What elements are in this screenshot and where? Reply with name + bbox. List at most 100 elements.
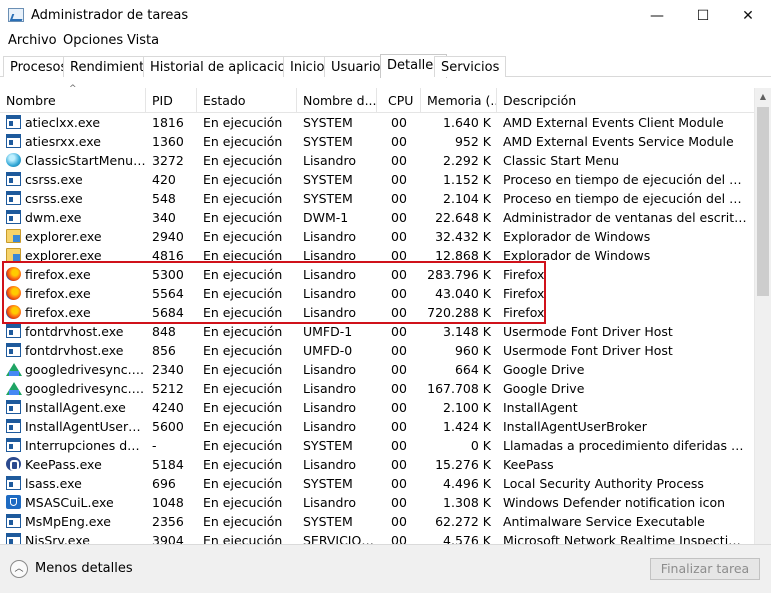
cell-name: MsMpEng.exe: [25, 514, 111, 529]
cell-user: Lisandro: [303, 153, 356, 168]
column-header-usuario[interactable]: Nombre d...: [297, 88, 377, 113]
cell-cpu: 00: [391, 514, 407, 529]
table-row[interactable]: explorer.exe 4816 En ejecución Lisandro 00 12…: [0, 246, 754, 265]
cell-cpu: 00: [391, 419, 407, 434]
cell-pid: 5564: [152, 286, 184, 301]
cell-estado: En ejecución: [203, 210, 283, 225]
cell-description: Llamadas a procedimiento diferidas y rut…: [503, 438, 747, 453]
cell-estado: En ejecución: [203, 533, 283, 544]
cell-pid: 2340: [152, 362, 184, 377]
cell-user: Lisandro: [303, 381, 356, 396]
cell-description: InstallAgentUserBroker: [503, 419, 647, 434]
cell-description: Proceso en tiempo de ejecución del clien…: [503, 191, 747, 206]
cell-name: MSASCuiL.exe: [25, 495, 114, 510]
cell-cpu: 00: [391, 343, 407, 358]
vertical-scrollbar[interactable]: ▲: [754, 88, 771, 544]
cell-pid: 4240: [152, 400, 184, 415]
menu-vista[interactable]: Vista: [127, 33, 159, 48]
table-row[interactable]: atiesrxx.exe 1360 En ejecución SYSTEM 00 952 …: [0, 132, 754, 151]
table-row[interactable]: lsass.exe 696 En ejecución SYSTEM 00 4.496 K L…: [0, 474, 754, 493]
scroll-thumb[interactable]: [757, 107, 769, 296]
menu-opciones[interactable]: Opciones: [63, 33, 123, 48]
cell-memory: 2.104 K: [443, 191, 491, 206]
table-row[interactable]: fontdrvhost.exe 856 En ejecución UMFD-0 00 96…: [0, 341, 754, 360]
cell-user: Lisandro: [303, 495, 356, 510]
column-header-memoria[interactable]: Memoria (...: [421, 88, 497, 113]
close-button[interactable]: ✕: [725, 0, 771, 31]
table-row[interactable]: csrss.exe 420 En ejecución SYSTEM 00 1.152 K P…: [0, 170, 754, 189]
minimize-button[interactable]: —: [634, 0, 680, 31]
cell-description: Google Drive: [503, 362, 585, 377]
table-row[interactable]: KeePass.exe 5184 En ejecución Lisandro 00 15.…: [0, 455, 754, 474]
less-details-link[interactable]: Menos detalles: [35, 561, 133, 576]
cell-pid: 3904: [152, 533, 184, 544]
chevron-up-icon[interactable]: ︿: [10, 560, 28, 578]
table-row[interactable]: explorer.exe 2940 En ejecución Lisandro 00 32…: [0, 227, 754, 246]
cell-estado: En ejecución: [203, 457, 283, 472]
tab-servicios[interactable]: Servicios: [434, 56, 507, 77]
cell-pid: 1048: [152, 495, 184, 510]
table-header: ^ Nombre PID Estado Nombre d... CPU Memo…: [0, 84, 754, 113]
table-row[interactable]: csrss.exe 548 En ejecución SYSTEM 00 2.104 K P…: [0, 189, 754, 208]
cell-pid: 5184: [152, 457, 184, 472]
cell-user: Lisandro: [303, 362, 356, 377]
cell-pid: 1816: [152, 115, 184, 130]
table-row[interactable]: InstallAgentUserBrok... 5600 En ejecución L…: [0, 417, 754, 436]
cell-cpu: 00: [391, 191, 407, 206]
cell-name: firefox.exe: [25, 286, 91, 301]
cell-cpu: 00: [391, 210, 407, 225]
footer-bar: ︿ Menos detalles Finalizar tarea: [0, 544, 771, 593]
cell-estado: En ejecución: [203, 305, 283, 320]
column-header-descripcion[interactable]: Descripción: [497, 88, 754, 113]
table-row[interactable]: firefox.exe 5300 En ejecución Lisandro 00 283…: [0, 265, 754, 284]
cell-pid: 696: [152, 476, 176, 491]
column-header-nombre[interactable]: Nombre: [0, 88, 146, 113]
cell-description: Usermode Font Driver Host: [503, 343, 673, 358]
cell-name: dwm.exe: [25, 210, 82, 225]
menu-archivo[interactable]: Archivo: [8, 33, 57, 48]
cell-user: SYSTEM: [303, 172, 353, 187]
column-header-pid[interactable]: PID: [146, 88, 197, 113]
cell-memory: 1.152 K: [443, 172, 491, 187]
cell-estado: En ejecución: [203, 134, 283, 149]
maximize-button[interactable]: ☐: [680, 0, 726, 31]
cell-pid: 4816: [152, 248, 184, 263]
cell-user: DWM-1: [303, 210, 349, 225]
table-row[interactable]: firefox.exe 5684 En ejecución Lisandro 00 720…: [0, 303, 754, 322]
cell-memory: 664 K: [454, 362, 491, 377]
column-header-estado[interactable]: Estado: [197, 88, 297, 113]
scroll-up-arrow-icon[interactable]: ▲: [755, 88, 771, 105]
table-row[interactable]: dwm.exe 340 En ejecución DWM-1 00 22.648 K Adm…: [0, 208, 754, 227]
cell-cpu: 00: [391, 495, 407, 510]
cell-name: atiesrxx.exe: [25, 134, 101, 149]
cell-name: InstallAgentUserBrok...: [25, 419, 146, 434]
cell-cpu: 00: [391, 248, 407, 263]
column-header-cpu[interactable]: CPU: [377, 88, 421, 113]
cell-user: Lisandro: [303, 267, 356, 282]
cell-cpu: 00: [391, 267, 407, 282]
table-row[interactable]: NisSrv.exe 3904 En ejecución SERVICIO ... 00…: [0, 531, 754, 544]
table-row[interactable]: firefox.exe 5564 En ejecución Lisandro 00 43.…: [0, 284, 754, 303]
cell-pid: 856: [152, 343, 176, 358]
cell-name: googledrivesync.exe: [25, 362, 146, 377]
table-row[interactable]: MSASCuiL.exe 1048 En ejecución Lisandro 00 1.…: [0, 493, 754, 512]
table-row[interactable]: MsMpEng.exe 2356 En ejecución SYSTEM 00 62.27…: [0, 512, 754, 531]
cell-pid: 548: [152, 191, 176, 206]
table-row[interactable]: googledrivesync.exe 5212 En ejecución Lisan…: [0, 379, 754, 398]
cell-description: Google Drive: [503, 381, 585, 396]
table-row[interactable]: fontdrvhost.exe 848 En ejecución UMFD-1 00 3.…: [0, 322, 754, 341]
table-row[interactable]: ClassicStartMenu.exe 3272 En ejecución Lisa…: [0, 151, 754, 170]
table-row[interactable]: atieclxx.exe 1816 En ejecución SYSTEM 00 1.64…: [0, 113, 754, 132]
table-row[interactable]: Interrupciones del si...- En ejecución SYS…: [0, 436, 754, 455]
cell-user: Lisandro: [303, 305, 356, 320]
cell-description: Explorador de Windows: [503, 229, 651, 244]
table-row[interactable]: InstallAgent.exe 4240 En ejecución Lisandro…: [0, 398, 754, 417]
cell-name: InstallAgent.exe: [25, 400, 126, 415]
cell-cpu: 00: [391, 172, 407, 187]
cell-estado: En ejecución: [203, 419, 283, 434]
end-task-button[interactable]: Finalizar tarea: [650, 558, 760, 580]
cell-estado: En ejecución: [203, 400, 283, 415]
cell-user: Lisandro: [303, 457, 356, 472]
table-row[interactable]: googledrivesync.exe 2340 En ejecución Lisan…: [0, 360, 754, 379]
cell-memory: 1.640 K: [443, 115, 491, 130]
